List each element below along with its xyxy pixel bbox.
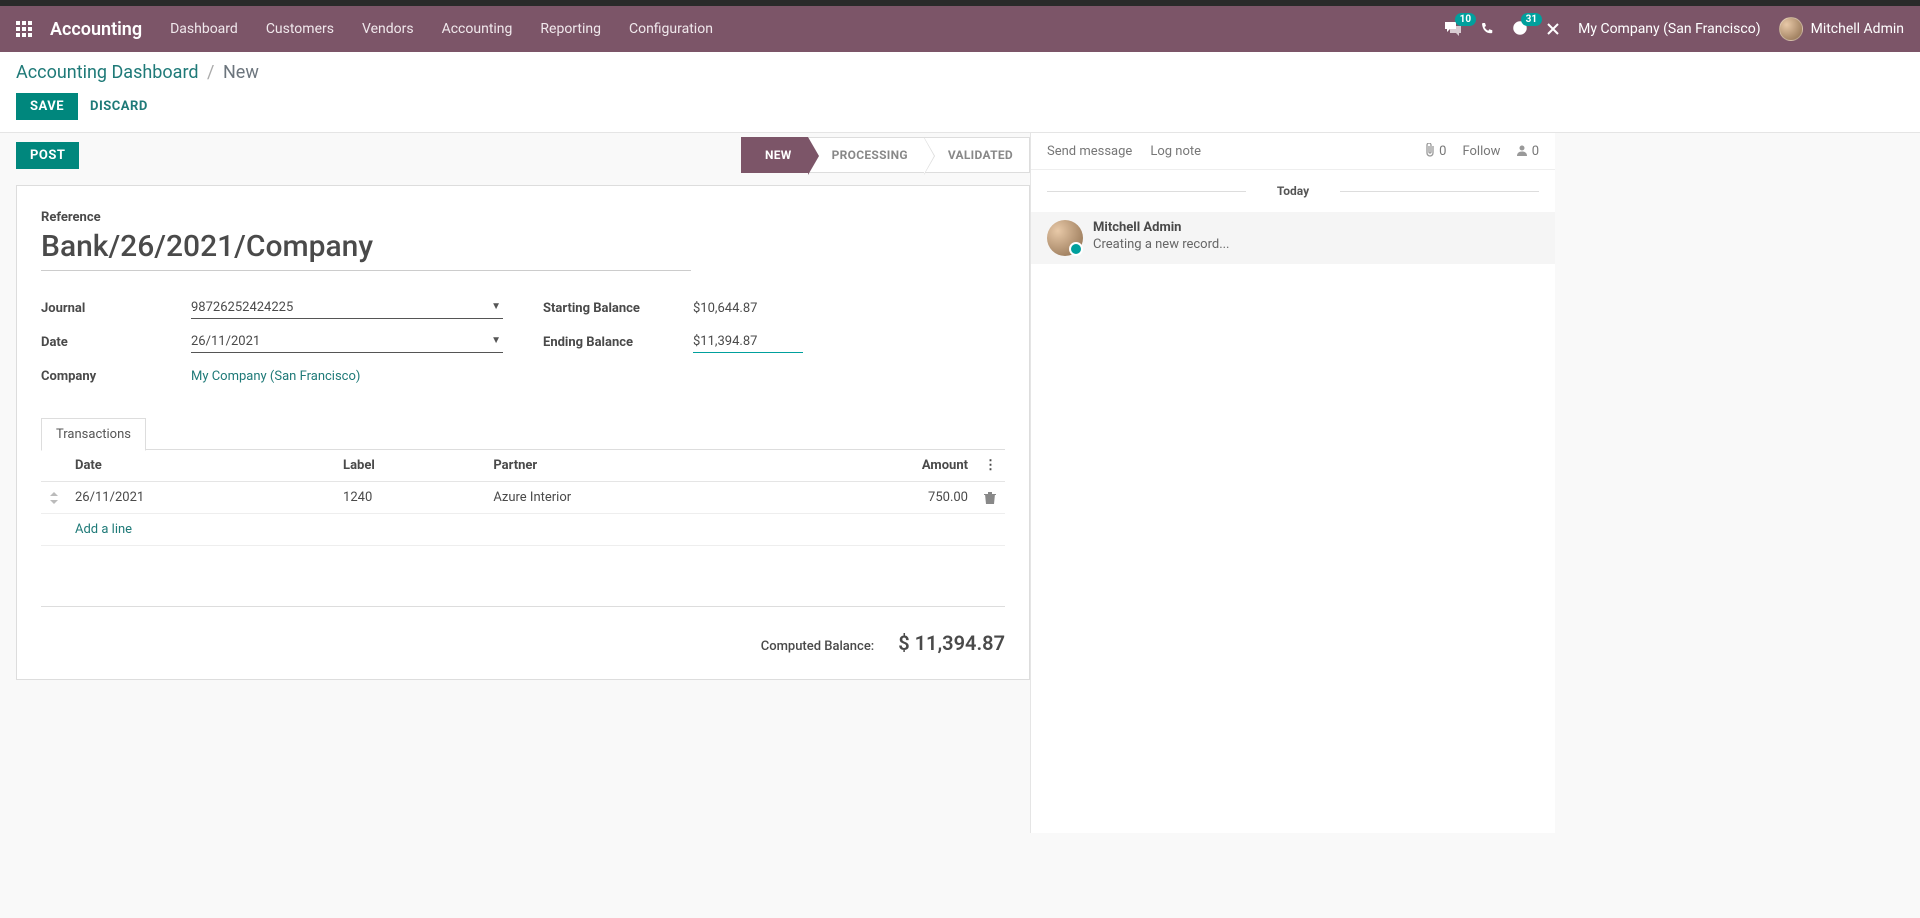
breadcrumb-current: New: [223, 62, 259, 83]
followers-button[interactable]: 0: [1516, 144, 1539, 159]
th-date[interactable]: Date: [67, 450, 335, 482]
apps-menu-icon[interactable]: [16, 19, 36, 39]
transactions-table: Date Label Partner Amount ⋮ 26/11/2021 1…: [41, 450, 1005, 546]
messages-icon[interactable]: 10: [1444, 21, 1462, 37]
debug-icon[interactable]: [1546, 22, 1560, 36]
reference-input[interactable]: [41, 227, 691, 271]
status-validated[interactable]: VALIDATED: [924, 137, 1030, 173]
ending-balance-label: Ending Balance: [543, 335, 693, 350]
nav-customers[interactable]: Customers: [266, 21, 334, 37]
followers-count: 0: [1532, 144, 1539, 159]
tab-transactions[interactable]: Transactions: [41, 418, 146, 451]
attachments-button[interactable]: 0: [1424, 143, 1447, 159]
cell-amount[interactable]: 750.00: [781, 482, 976, 514]
message-text: Creating a new record...: [1093, 237, 1230, 252]
company-selector[interactable]: My Company (San Francisco): [1578, 21, 1760, 37]
app-brand[interactable]: Accounting: [50, 19, 142, 40]
column-options-icon[interactable]: ⋮: [976, 450, 1005, 482]
cell-label[interactable]: 1240: [335, 482, 485, 514]
breadcrumb-parent[interactable]: Accounting Dashboard: [16, 62, 199, 83]
th-partner[interactable]: Partner: [485, 450, 780, 482]
control-panel: Accounting Dashboard / New SAVE DISCARD: [0, 52, 1920, 133]
th-amount[interactable]: Amount: [781, 450, 976, 482]
nav-configuration[interactable]: Configuration: [629, 21, 713, 37]
th-label[interactable]: Label: [335, 450, 485, 482]
chat-date-separator: Today: [1031, 184, 1555, 198]
date-input[interactable]: [191, 331, 503, 353]
drag-handle-icon[interactable]: [41, 482, 67, 514]
nav-vendors[interactable]: Vendors: [362, 21, 414, 37]
chat-message: Mitchell Admin Creating a new record...: [1031, 212, 1555, 264]
table-row[interactable]: 26/11/2021 1240 Azure Interior 750.00: [41, 482, 1005, 514]
company-label: Company: [41, 369, 191, 384]
discard-button[interactable]: DISCARD: [90, 99, 148, 114]
user-menu[interactable]: Mitchell Admin: [1779, 17, 1904, 41]
avatar-icon: [1047, 220, 1083, 256]
date-label: Date: [41, 335, 191, 350]
attachments-count: 0: [1439, 144, 1446, 159]
computed-balance-value: $ 11,394.87: [898, 631, 1005, 655]
ending-balance-input[interactable]: [693, 331, 803, 353]
company-link[interactable]: My Company (San Francisco): [191, 369, 360, 384]
starting-balance-value: $10,644.87: [693, 301, 757, 316]
reference-label: Reference: [41, 210, 1005, 225]
messages-badge: 10: [1455, 13, 1476, 26]
activities-badge: 31: [1521, 13, 1542, 26]
delete-row-icon[interactable]: [976, 482, 1005, 514]
starting-balance-label: Starting Balance: [543, 301, 693, 316]
main-navbar: Accounting Dashboard Customers Vendors A…: [0, 6, 1920, 52]
journal-input[interactable]: [191, 297, 503, 319]
post-button[interactable]: POST: [16, 142, 79, 169]
status-new[interactable]: NEW: [741, 137, 808, 173]
breadcrumb: Accounting Dashboard / New: [16, 62, 1904, 83]
avatar-icon: [1779, 17, 1803, 41]
phone-icon[interactable]: [1480, 22, 1494, 36]
computed-balance-label: Computed Balance:: [761, 639, 875, 654]
message-author: Mitchell Admin: [1093, 220, 1230, 235]
form-sheet: Reference Journal ▼ Date: [16, 185, 1030, 680]
add-line-link[interactable]: Add a line: [75, 522, 132, 537]
log-note-link[interactable]: Log note: [1150, 144, 1201, 159]
status-processing[interactable]: PROCESSING: [808, 137, 924, 173]
chatter-panel: Send message Log note 0 Follow 0 Today M…: [1030, 133, 1555, 833]
journal-label: Journal: [41, 301, 191, 316]
save-button[interactable]: SAVE: [16, 93, 78, 120]
send-message-link[interactable]: Send message: [1047, 144, 1132, 159]
activities-icon[interactable]: 31: [1512, 21, 1528, 37]
cell-date[interactable]: 26/11/2021: [67, 482, 335, 514]
nav-reporting[interactable]: Reporting: [540, 21, 601, 37]
cell-partner[interactable]: Azure Interior: [485, 482, 780, 514]
nav-accounting[interactable]: Accounting: [442, 21, 513, 37]
user-name: Mitchell Admin: [1811, 21, 1904, 37]
status-bar: NEW PROCESSING VALIDATED: [741, 137, 1030, 173]
nav-dashboard[interactable]: Dashboard: [170, 21, 238, 37]
follow-button[interactable]: Follow: [1462, 144, 1500, 159]
